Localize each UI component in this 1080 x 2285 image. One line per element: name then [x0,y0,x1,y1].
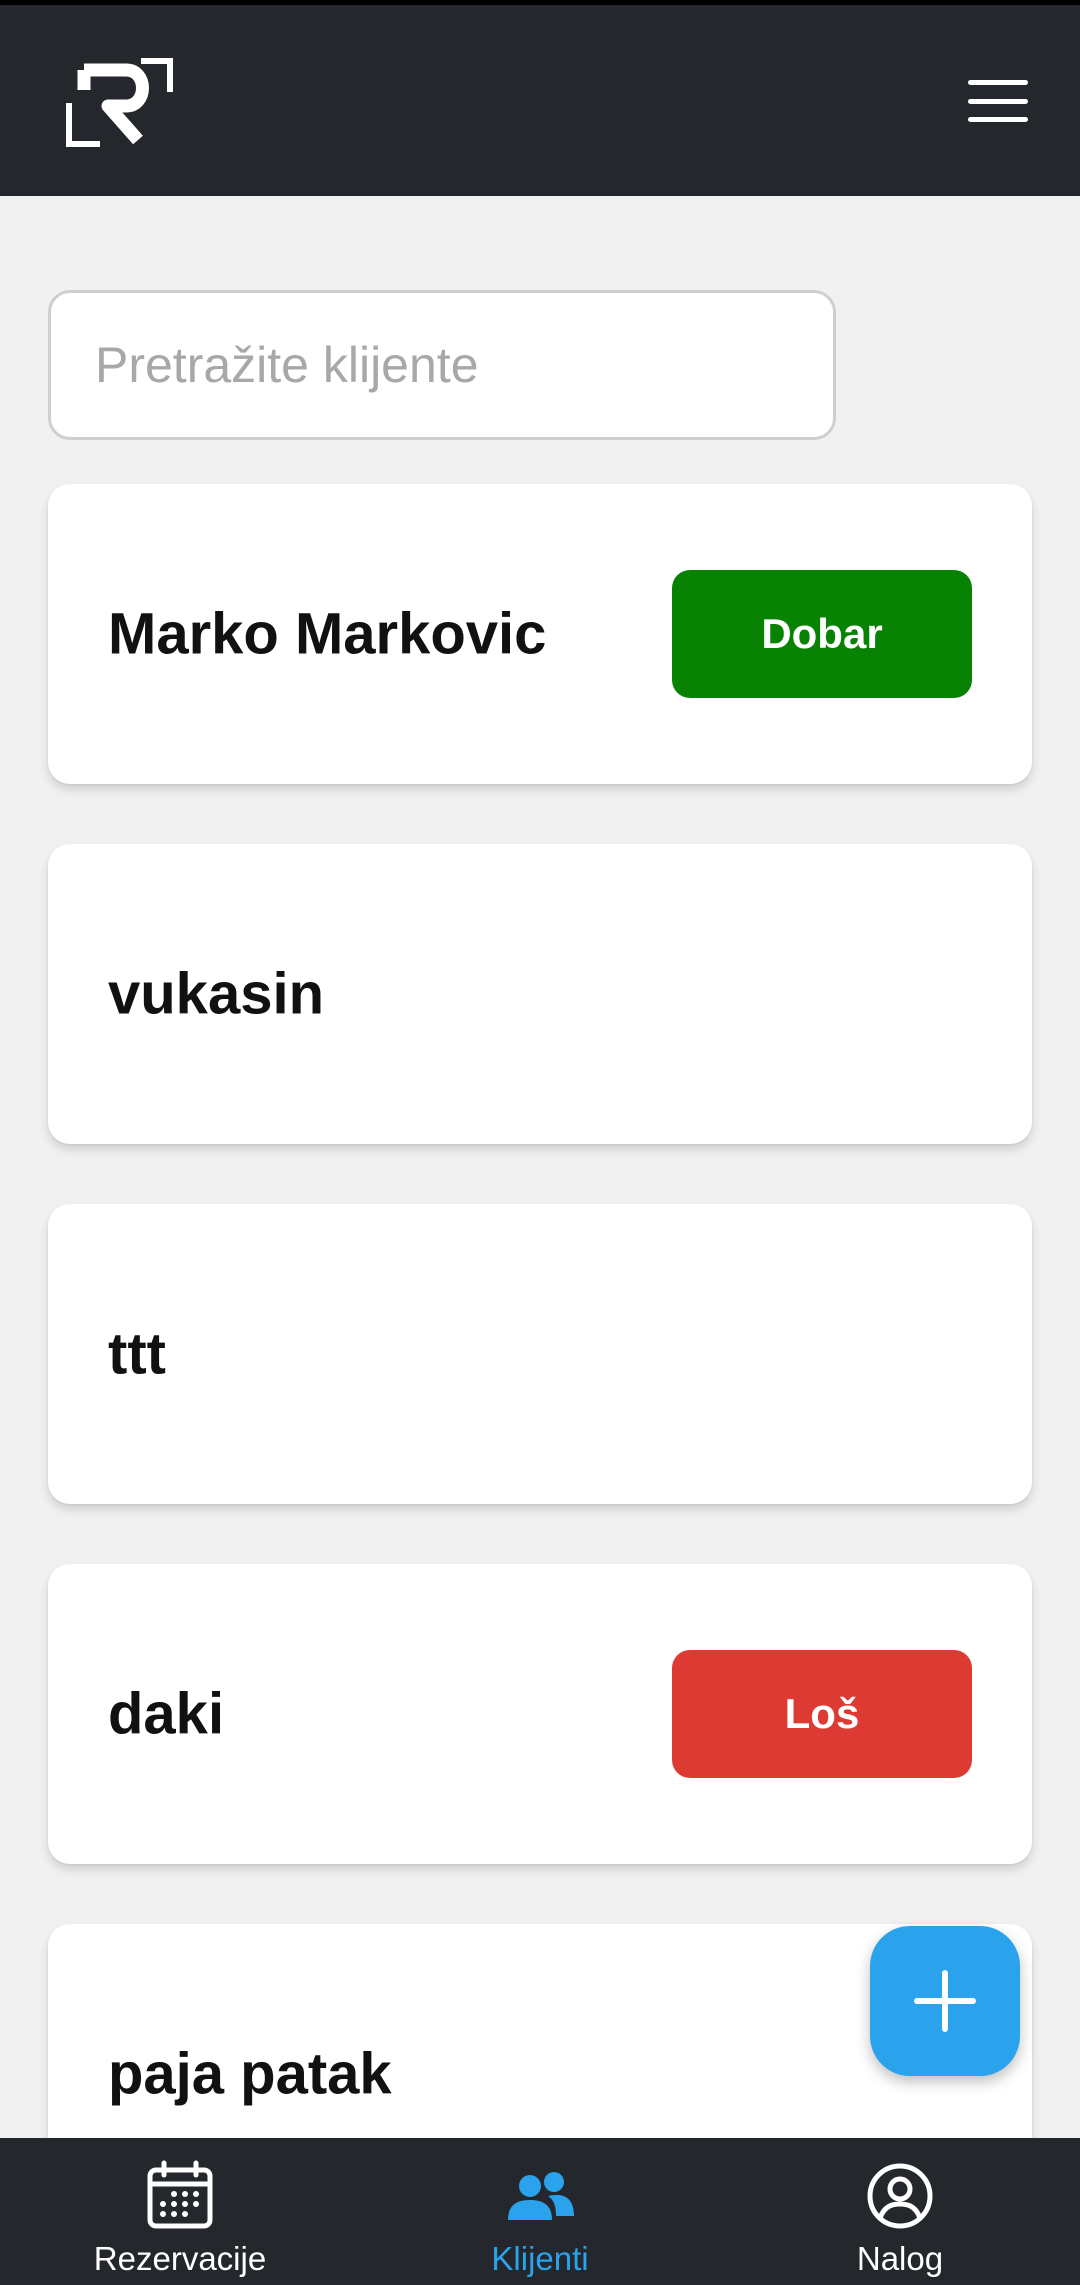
client-name: daki [108,1681,225,1747]
app-root: Marko Markovic Dobar vukasin ttt daki Lo… [0,0,1080,2285]
menu-line [968,117,1028,122]
rating-badge-good: Dobar [672,570,972,698]
nav-item-klijenti[interactable]: Klijenti [360,2138,720,2285]
nav-label: Klijenti [491,2240,589,2277]
client-card[interactable]: vukasin [48,844,1032,1144]
client-card[interactable]: ttt [48,1204,1032,1504]
plus-icon [914,1970,976,2032]
hamburger-menu-icon[interactable] [968,80,1028,122]
menu-line [968,80,1028,85]
client-name: vukasin [108,961,324,1027]
rating-badge-bad: Loš [672,1650,972,1778]
top-header [0,0,1080,196]
nav-label: Nalog [856,2240,944,2277]
account-circle-icon [867,2163,933,2229]
users-icon [508,2172,574,2220]
add-client-button[interactable] [870,1926,1020,2076]
client-name: Marko Markovic [108,601,547,667]
menu-line [968,98,1028,104]
client-name: paja patak [108,2041,392,2107]
bottom-nav: Rezervacije Klijenti Nalog [0,2138,1080,2285]
r-logo-icon[interactable] [64,56,174,148]
calendar-icon [147,2160,213,2229]
nav-item-rezervacije[interactable]: Rezervacije [0,2138,360,2285]
client-card[interactable]: Marko Markovic Dobar [48,484,1032,784]
nav-item-nalog[interactable]: Nalog [720,2138,1080,2285]
client-card[interactable]: daki Loš [48,1564,1032,1864]
client-name: ttt [108,1321,166,1387]
nav-label: Rezervacije [93,2240,267,2277]
search-input[interactable] [48,290,836,440]
